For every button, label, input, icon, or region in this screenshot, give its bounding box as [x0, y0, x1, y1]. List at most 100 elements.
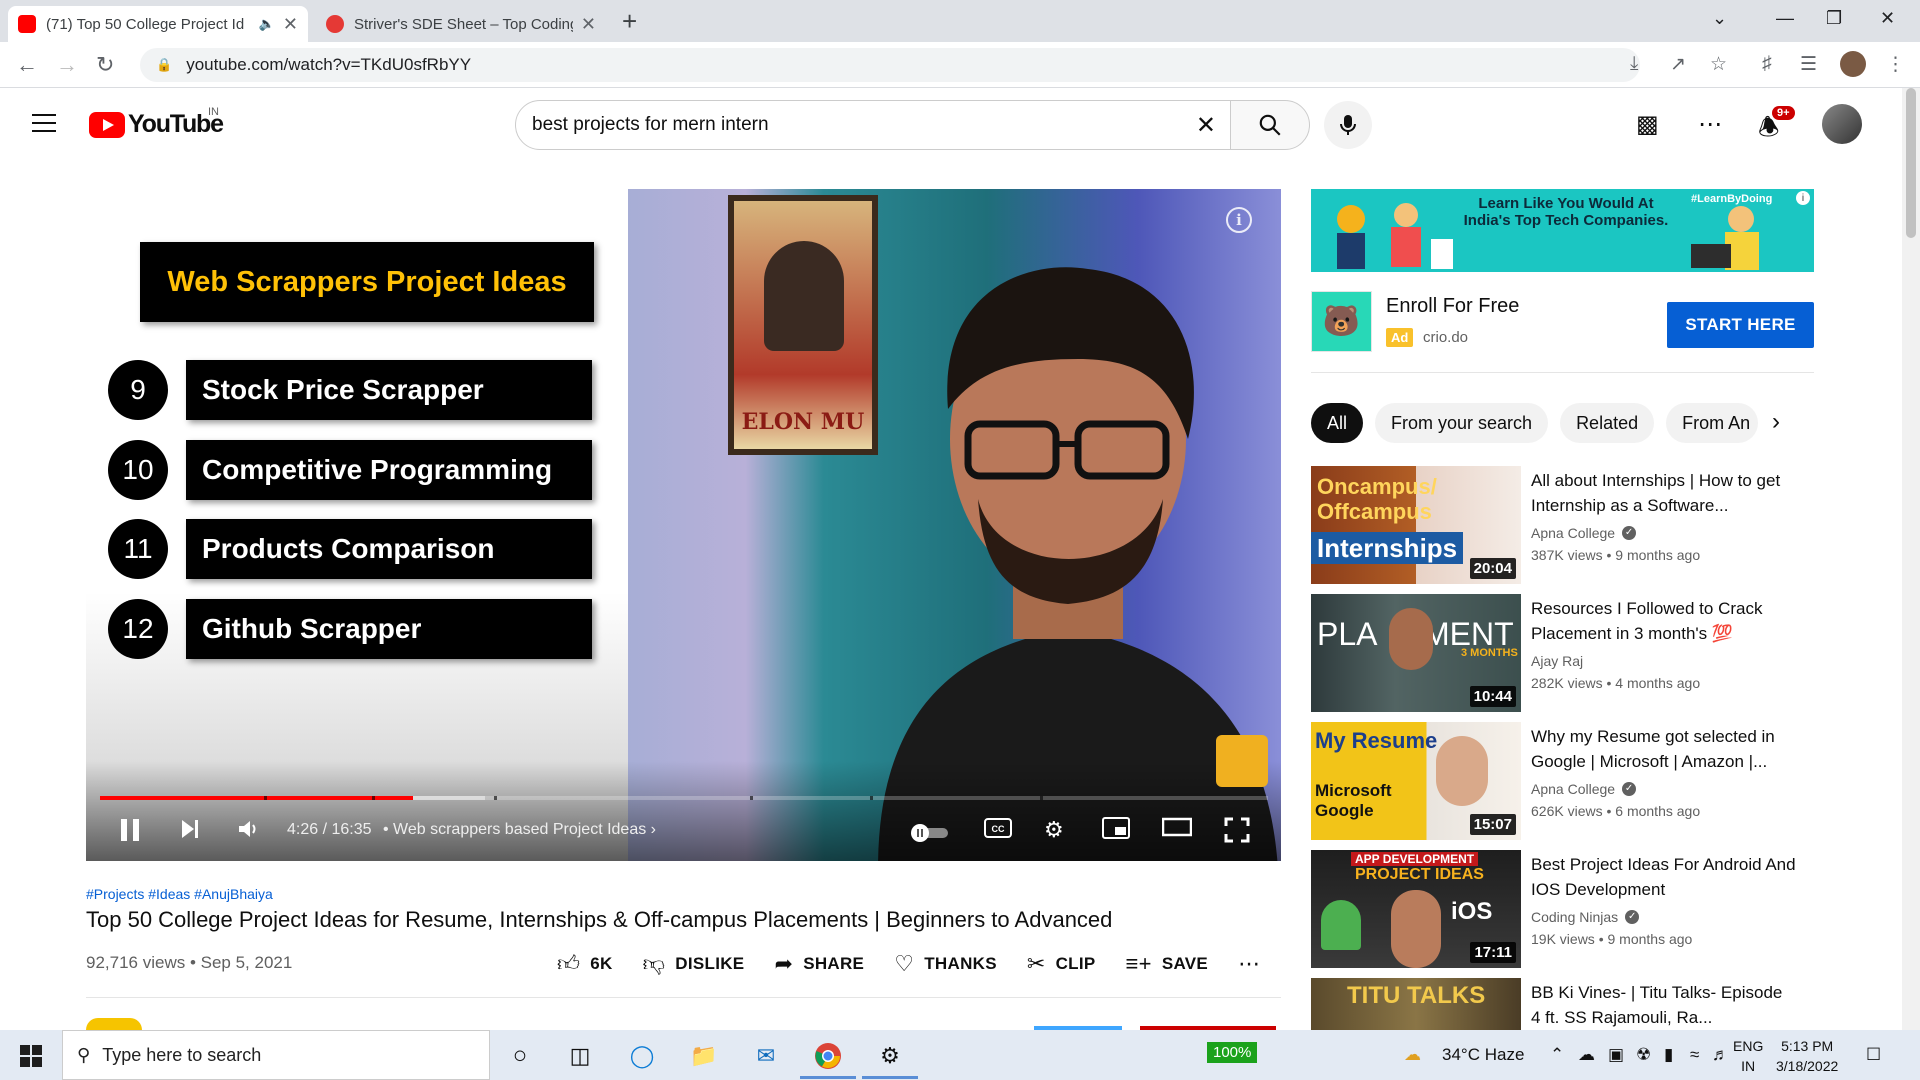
youtube-logo[interactable]: YouTube IN: [89, 106, 224, 139]
browser-tab-youtube[interactable]: (71) Top 50 College Project Id 🔈 ✕: [8, 6, 308, 42]
recommendation-title[interactable]: Resources I Followed to Crack Placement …: [1531, 596, 1796, 646]
captions-icon[interactable]: CC: [984, 817, 1012, 839]
notification-center-icon[interactable]: ☐: [1866, 1045, 1881, 1065]
page-scrollbar[interactable]: [1902, 88, 1920, 1030]
close-window-icon[interactable]: ✕: [1880, 8, 1895, 29]
ad-info-icon[interactable]: i: [1796, 191, 1810, 205]
theater-mode-icon[interactable]: [1162, 817, 1192, 837]
wifi-icon[interactable]: ≈: [1690, 1045, 1699, 1065]
file-explorer-icon[interactable]: 📁: [688, 1040, 720, 1072]
task-view-icon[interactable]: ◫: [564, 1040, 596, 1072]
recommendation-item[interactable]: Oncampus/ Offcampus Internships 20:04 Al…: [1311, 466, 1811, 584]
apps-grid-icon[interactable]: ⋯: [1698, 110, 1722, 139]
video-info-icon[interactable]: i: [1226, 207, 1252, 233]
volume-icon[interactable]: [236, 817, 260, 841]
recommendation-item[interactable]: APP DEVELOPMENT PROJECT IDEAS iOS 17:11 …: [1311, 850, 1811, 968]
voice-search-button[interactable]: [1324, 101, 1372, 149]
clip-button[interactable]: ✂ CLIP: [1027, 951, 1096, 977]
video-hashtags[interactable]: #Projects #Ideas #AnujBhaiya: [86, 886, 273, 902]
recommendation-item[interactable]: My Resume Microsoft Google 15:07 Why my …: [1311, 722, 1811, 840]
taskbar-search-input[interactable]: ⚲ Type here to search: [62, 1030, 490, 1080]
crio-logo-icon[interactable]: 🐻: [1311, 291, 1372, 352]
channel-avatar[interactable]: [86, 1018, 142, 1030]
menu-dots-icon[interactable]: ⋮: [1886, 53, 1905, 76]
recommendation-title[interactable]: BB Ki Vines- | Titu Talks- Episode 4 ft.…: [1531, 980, 1796, 1030]
mail-icon[interactable]: ✉: [750, 1040, 782, 1072]
browser-tab-striver[interactable]: Striver's SDE Sheet – Top Coding ✕: [316, 6, 606, 42]
create-video-icon[interactable]: ▩: [1636, 110, 1659, 139]
video-thumbnail[interactable]: My Resume Microsoft Google 15:07: [1311, 722, 1521, 840]
speaker-icon[interactable]: 🔈: [259, 16, 275, 32]
chip-from-channel[interactable]: From An: [1666, 403, 1759, 443]
back-icon[interactable]: ←: [16, 52, 38, 78]
share-button[interactable]: ➦ SHARE: [774, 951, 864, 977]
chips-next-chevron-icon[interactable]: ›: [1772, 408, 1780, 436]
forward-icon[interactable]: →: [56, 52, 78, 78]
like-button[interactable]: 👍︎ 6K: [557, 950, 613, 977]
more-actions-icon[interactable]: ⋯: [1238, 951, 1270, 977]
close-tab-icon[interactable]: ✕: [581, 14, 596, 35]
dislike-button[interactable]: 👎︎ DISLIKE: [643, 950, 745, 977]
pause-icon[interactable]: [118, 817, 142, 843]
channel-watermark[interactable]: [1216, 735, 1268, 787]
chip-from-your-search[interactable]: From your search: [1375, 403, 1549, 443]
battery-icon[interactable]: ▮: [1664, 1045, 1673, 1065]
close-tab-icon[interactable]: ✕: [283, 14, 298, 35]
fullscreen-icon[interactable]: [1224, 817, 1250, 843]
chrome-icon[interactable]: [812, 1040, 844, 1072]
show-hidden-icons-chevron-icon[interactable]: ⌃: [1550, 1045, 1564, 1065]
miniplayer-icon[interactable]: [1102, 817, 1130, 839]
settings-gear-icon[interactable]: ⚙: [1044, 817, 1064, 843]
search-input[interactable]: best projects for mern intern ✕: [515, 100, 1231, 150]
language-indicator[interactable]: ENG IN: [1733, 1036, 1763, 1076]
ad-banner-image[interactable]: Learn Like You Would At India's Top Tech…: [1311, 189, 1814, 272]
minimize-icon[interactable]: —: [1776, 8, 1794, 29]
bookmark-star-icon[interactable]: ☆: [1710, 53, 1727, 76]
onedrive-cloud-icon[interactable]: ☁: [1578, 1045, 1595, 1065]
lock-icon[interactable]: 🔒: [156, 57, 172, 73]
recommendation-title[interactable]: All about Internships | How to get Inter…: [1531, 468, 1796, 518]
chip-related[interactable]: Related: [1560, 403, 1655, 443]
windows-start-icon[interactable]: [20, 1045, 42, 1067]
clear-search-icon[interactable]: ✕: [1196, 111, 1216, 140]
save-button[interactable]: ≡+ SAVE: [1126, 951, 1209, 977]
video-thumbnail[interactable]: PLA MENT 3 MONTHS 10:44: [1311, 594, 1521, 712]
ad-cta-button[interactable]: START HERE: [1667, 302, 1814, 348]
video-thumbnail[interactable]: Oncampus/ Offcampus Internships 20:04: [1311, 466, 1521, 584]
chapter-title[interactable]: • Web scrappers based Project Ideas ›: [383, 821, 656, 839]
chip-all[interactable]: All: [1311, 403, 1364, 443]
recommendation-channel[interactable]: Coding Ninjas ✓: [1531, 909, 1640, 925]
settings-gear-icon[interactable]: ⚙: [874, 1040, 906, 1072]
video-thumbnail[interactable]: TITU TALKS: [1311, 978, 1521, 1030]
tab-search-icon[interactable]: ⌄: [1712, 8, 1727, 29]
recommendation-item[interactable]: TITU TALKS BB Ki Vines- | Titu Talks- Ep…: [1311, 978, 1811, 1030]
media-control-icon[interactable]: ☰: [1800, 53, 1817, 76]
hamburger-menu-icon[interactable]: [32, 114, 56, 132]
weather-icon[interactable]: ☁: [1404, 1045, 1421, 1065]
recommendation-channel[interactable]: Apna College ✓: [1531, 525, 1637, 541]
reload-icon[interactable]: ↻: [96, 52, 114, 78]
profile-avatar[interactable]: [1840, 51, 1866, 77]
address-bar[interactable]: 🔒 youtube.com/watch?v=TKdU0sfRbYY: [140, 48, 1640, 82]
search-button[interactable]: [1230, 100, 1310, 150]
restore-icon[interactable]: ❐: [1826, 8, 1842, 29]
recommendation-channel[interactable]: Ajay Raj: [1531, 653, 1583, 669]
account-avatar[interactable]: [1822, 104, 1862, 144]
autoplay-toggle[interactable]: [910, 823, 952, 843]
clock[interactable]: 5:13 PM 3/18/2022: [1776, 1036, 1838, 1076]
next-video-icon[interactable]: [178, 817, 202, 841]
install-icon[interactable]: ⤓: [1630, 53, 1638, 75]
ad-title[interactable]: Enroll For Free: [1386, 295, 1519, 318]
volume-icon[interactable]: ♬: [1712, 1045, 1729, 1065]
recommendation-title[interactable]: Why my Resume got selected in Google | M…: [1531, 724, 1796, 774]
recommendation-title[interactable]: Best Project Ideas For Android And IOS D…: [1531, 852, 1796, 902]
share-icon[interactable]: ↗: [1670, 53, 1686, 76]
video-thumbnail[interactable]: APP DEVELOPMENT PROJECT IDEAS iOS 17:11: [1311, 850, 1521, 968]
edge-browser-icon[interactable]: ◯: [626, 1040, 658, 1072]
network-icon[interactable]: ▣: [1608, 1045, 1624, 1065]
video-player[interactable]: Web Scrappers Project Ideas 9 Stock Pric…: [86, 189, 1281, 861]
recommendation-item[interactable]: PLA MENT 3 MONTHS 10:44 Resources I Foll…: [1311, 594, 1811, 712]
recommendation-channel[interactable]: Apna College ✓: [1531, 781, 1637, 797]
battery-widget[interactable]: 100%: [1207, 1042, 1258, 1063]
scrollbar-thumb[interactable]: [1906, 88, 1916, 238]
